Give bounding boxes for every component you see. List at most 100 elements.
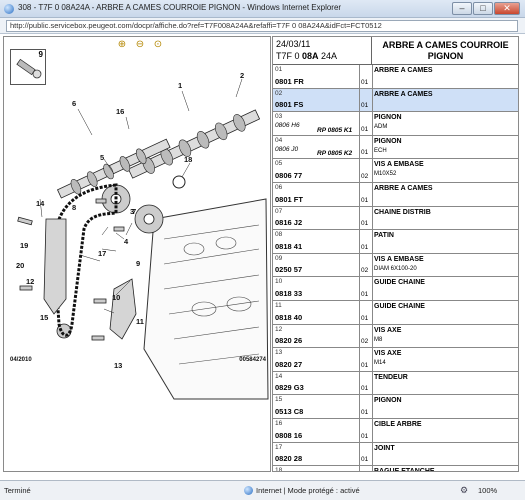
column-divider (372, 135, 373, 159)
part-code: 0818 33 (275, 288, 303, 298)
column-divider (359, 324, 360, 348)
status-text: Terminé (4, 486, 31, 495)
part-description: BAGUE ETANCHE (374, 468, 435, 472)
zoom-level[interactable]: 100% (478, 486, 497, 495)
window-title: 308 - T7F 0 08A24A - ARBRE A CAMES COURR… (18, 3, 342, 12)
column-divider (372, 253, 373, 277)
parts-row[interactable]: 11 0818 40 01 GUIDE CHAINE (273, 300, 518, 325)
row-index: 08 (275, 231, 283, 239)
parts-row[interactable]: 04 0806 J0 RP 0805 K2 01 PIGNON ECH (273, 135, 518, 160)
row-index: 07 (275, 207, 283, 215)
parts-row[interactable]: 03 0806 H6 RP 0805 K1 01 PIGNON ADM (273, 112, 518, 136)
part-description: GUIDE CHAINE (374, 302, 425, 310)
parts-header: 24/03/11 T7F 0 08A 24A ARBRE A CAMES COU… (273, 37, 518, 65)
part-code: 0513 C8 (275, 406, 304, 416)
parts-row[interactable]: 01 0801 FR 01 ARBRE A CAMES (273, 65, 518, 89)
parts-row[interactable]: 09 0250 57 02 VIS A EMBASE DIAM 6X100-20 (273, 253, 518, 278)
callout-7: 7 (132, 207, 137, 216)
row-index: 09 (275, 254, 283, 262)
zoom-toolbar: ⊕ ⊖ ⊙ (116, 39, 186, 51)
quantity: 01 (361, 385, 369, 393)
row-index: 03 (275, 113, 283, 121)
column-divider (372, 442, 373, 466)
quantity: 01 (361, 220, 369, 228)
quantity: 01 (361, 196, 369, 204)
internet-explorer-icon (4, 4, 14, 14)
callout-11: 11 (136, 317, 144, 326)
column-divider (359, 418, 360, 442)
part-description: CIBLE ARBRE (374, 420, 422, 428)
part-description: PIGNON (374, 114, 402, 122)
part-description: PIGNON (374, 137, 402, 145)
part-code: 0806 H6 (275, 122, 300, 130)
row-index: 06 (275, 183, 283, 191)
diagram-number: 00584274 (239, 357, 266, 363)
security-zone[interactable]: Internet | Mode protégé : activé (256, 486, 360, 495)
row-index: 17 (275, 443, 283, 451)
parts-row[interactable]: 13 0820 27 01 VIS AXE M14 (273, 348, 518, 372)
parts-row[interactable]: 07 0816 J2 01 CHAINE DISTRIB (273, 206, 518, 231)
parts-row[interactable]: 17 0820 28 01 JOINT (273, 442, 518, 467)
zoom-in-icon[interactable]: ⊕ (116, 39, 128, 51)
quantity: 01 (361, 361, 369, 369)
part-code: 0801 FT (275, 194, 303, 204)
part-detail: ADM (374, 124, 388, 131)
quantity: 02 (361, 338, 369, 346)
callout-10: 10 (112, 293, 121, 302)
window-titlebar: 308 - T7F 0 08A24A - ARBRE A CAMES COURR… (0, 0, 525, 18)
callout-13: 13 (114, 361, 123, 370)
parts-row[interactable]: 15 0513 C8 01 PIGNON (273, 395, 518, 419)
parts-list: 24/03/11 T7F 0 08A 24A ARBRE A CAMES COU… (272, 36, 519, 472)
parts-row[interactable]: 10 0818 33 01 GUIDE CHAINE (273, 277, 518, 301)
quantity: 01 (361, 125, 369, 133)
quantity: 01 (361, 290, 369, 298)
column-divider (359, 182, 360, 206)
callout-19: 19 (20, 241, 29, 250)
close-button[interactable]: ✕ (494, 2, 520, 15)
parts-rows: 01 0801 FR 01 ARBRE A CAMES 02 0801 FS 01 ARBRE… (273, 65, 518, 472)
column-divider (372, 466, 373, 471)
column-divider (359, 230, 360, 253)
url-field[interactable]: http://public.servicebox.peugeot.com/doc… (6, 20, 518, 32)
parts-row[interactable]: 12 0820 26 02 VIS AXE M8 (273, 324, 518, 349)
popup-blocker-icon[interactable]: ⚙ (460, 485, 468, 496)
parts-row[interactable]: 02 0801 FS 01 ARBRE A CAMES (273, 88, 518, 113)
quantity: 01 (361, 314, 369, 322)
parts-row[interactable]: 16 0808 16 01 CIBLE ARBRE (273, 418, 518, 443)
ref-bold: 08A (302, 51, 319, 61)
part-code: 0820 26 (275, 336, 303, 346)
header-date: 24/03/11 (276, 39, 311, 49)
column-divider (372, 206, 373, 230)
part-code: 0818 40 (275, 312, 303, 322)
row-index: 01 (275, 66, 283, 73)
part-code: 0808 16 (275, 430, 303, 440)
part-code: 0816 J2 (275, 218, 303, 228)
callout-12: 12 (26, 277, 35, 286)
row-index: 11 (275, 301, 282, 309)
ref-prefix: T7F 0 (276, 51, 303, 61)
row-index: 18 (275, 467, 283, 472)
column-divider (359, 159, 360, 182)
part-code: 0820 28 (275, 454, 303, 464)
column-divider (372, 112, 373, 135)
parts-row[interactable]: 180807 37RP 0807 3901BAGUE ETANCHE (273, 466, 518, 472)
minimize-button[interactable]: – (452, 2, 472, 15)
parts-row[interactable]: 08 0818 41 01 PATIN (273, 230, 518, 254)
header-reference: T7F 0 08A 24A (276, 51, 337, 61)
part-code: 0250 57 (275, 265, 303, 275)
part-description: VIS AXE (374, 326, 402, 334)
part-detail: DIAM 6X100-20 (374, 265, 417, 272)
status-bar: Terminé Internet | Mode protégé : activé… (0, 480, 525, 500)
row-index: 04 (275, 136, 283, 144)
parts-row[interactable]: 06 0801 FT 01 ARBRE A CAMES (273, 182, 518, 207)
column-divider (372, 230, 373, 253)
row-index: 13 (275, 349, 283, 357)
parts-row[interactable]: 05 0806 77 02 VIS A EMBASE M10X52 (273, 159, 518, 183)
maximize-button[interactable]: □ (473, 2, 493, 15)
callout-6: 6 (72, 99, 77, 108)
parts-row[interactable]: 14 0829 G3 01 TENDEUR (273, 371, 518, 396)
zoom-fit-icon[interactable]: ⊙ (152, 39, 164, 51)
zoom-out-icon[interactable]: ⊖ (134, 39, 146, 51)
callout-9: 9 (136, 259, 141, 268)
header-label: ARBRE A CAMES COURROIE PIGNON (382, 40, 509, 61)
